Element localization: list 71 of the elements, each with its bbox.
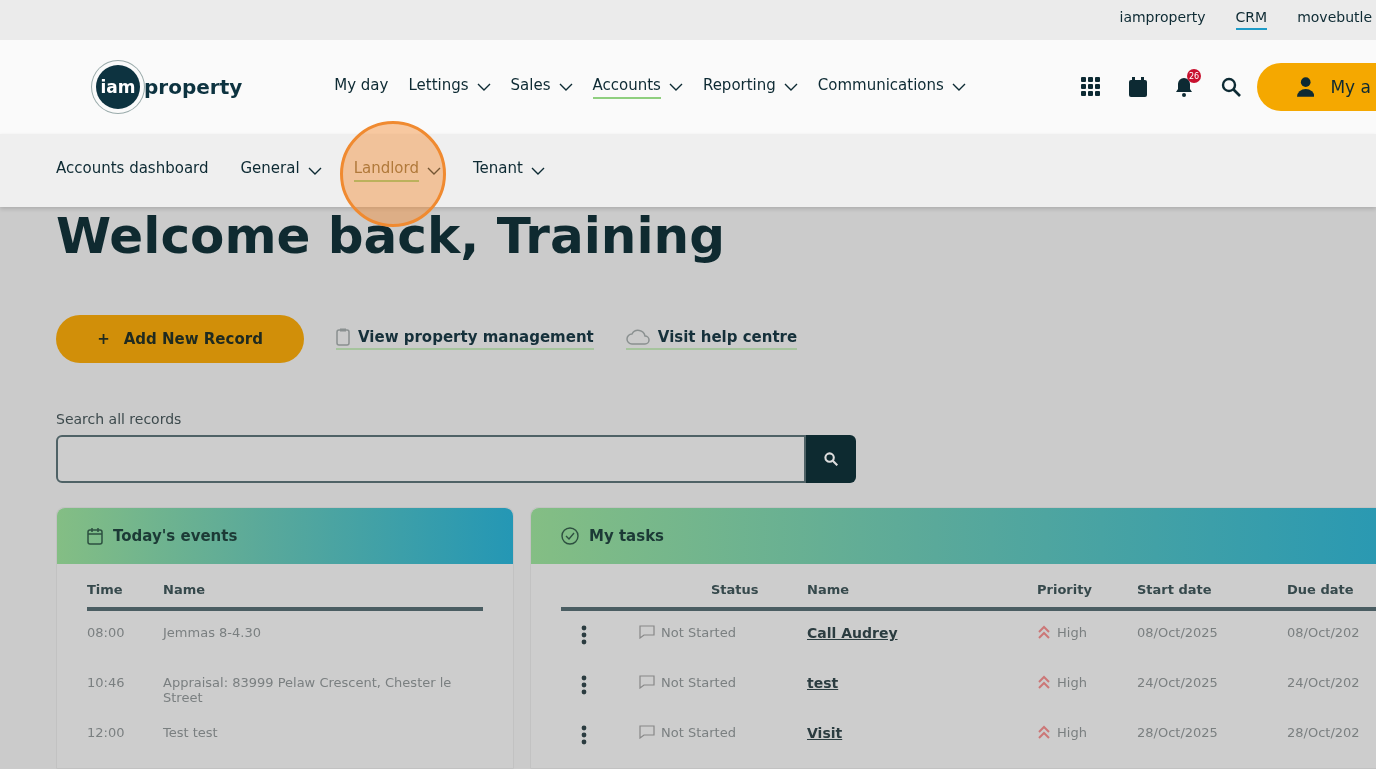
check-circle-icon: [561, 527, 579, 545]
table-cell-text: Test test: [163, 724, 219, 742]
account-button[interactable]: My a: [1257, 63, 1376, 112]
nav-link[interactable]: General: [240, 159, 322, 183]
table-cell-text: 10:46: [87, 674, 126, 692]
task-link[interactable]: Visit: [807, 725, 843, 741]
search-button[interactable]: [806, 435, 856, 483]
more-icon[interactable]: [581, 725, 587, 745]
comment-icon: [639, 675, 655, 689]
welcome-heading: Welcome back, Training: [56, 207, 726, 265]
calendar-icon[interactable]: [1129, 77, 1147, 98]
task-link[interactable]: Call Audrey: [807, 625, 898, 641]
comment-icon: [639, 725, 655, 739]
nav-link[interactable]: My day: [334, 75, 389, 99]
card-title: Today's events: [113, 527, 238, 545]
logo-text: property: [144, 75, 243, 100]
cloud-icon: [625, 329, 650, 345]
action-link[interactable]: View property management: [336, 328, 594, 350]
comment-icon: [639, 625, 655, 639]
status-text: Not Started: [661, 725, 736, 740]
add-record-button[interactable]: + Add New Record: [56, 315, 304, 363]
calendar-icon: [87, 527, 103, 545]
priority-text: High: [1057, 625, 1087, 640]
column-header: Status: [639, 564, 807, 611]
chevrons-up-icon: [1037, 725, 1051, 739]
nav-link[interactable]: Reporting: [702, 75, 798, 99]
chevrons-up-icon: [1037, 675, 1051, 689]
column-header: Due date: [1287, 564, 1376, 611]
nav-link[interactable]: Tenant: [473, 159, 545, 183]
table-cell-text: 08:00: [87, 624, 126, 642]
site-link[interactable]: iamproperty: [1119, 9, 1206, 31]
search-icon[interactable]: [1221, 77, 1241, 98]
chevrons-up-icon: [1037, 625, 1051, 639]
table-cell-text: 08/Oct/202: [1287, 624, 1361, 642]
site-link[interactable]: movebutle: [1297, 9, 1372, 31]
bell-icon[interactable]: [1175, 77, 1193, 98]
status-text: Not Started: [661, 625, 736, 640]
table-cell-text: Appraisal: 83999 Pelaw Crescent, Chester le Street: [163, 674, 453, 707]
table-cell-text: 24/Oct/202: [1287, 674, 1361, 692]
more-icon[interactable]: [581, 675, 587, 695]
table-cell-text: 28/Oct/2025: [1137, 724, 1219, 742]
priority-text: High: [1057, 725, 1087, 740]
apps-grid-icon[interactable]: [1081, 77, 1101, 98]
task-link[interactable]: test: [807, 675, 839, 691]
table-cell-text: 08/Oct/2025: [1137, 624, 1219, 642]
column-header: Name: [807, 564, 1037, 611]
column-header: Name: [163, 564, 483, 611]
column-header: Priority: [1037, 564, 1137, 611]
more-icon[interactable]: [581, 625, 587, 645]
search-icon: [824, 452, 838, 466]
search-field[interactable]: [56, 435, 806, 483]
clipboard-icon: [336, 328, 350, 346]
column-header: Time: [87, 564, 163, 611]
person-icon: [1297, 77, 1315, 98]
column-header: Start date: [1137, 564, 1287, 611]
table-cell-text: 28/Oct/202: [1287, 724, 1361, 742]
notification-count: 26: [1187, 69, 1201, 84]
status-text: Not Started: [661, 675, 736, 690]
nav-link[interactable]: Communications: [817, 75, 966, 99]
priority-text: High: [1057, 675, 1087, 690]
search-label: Search all records: [56, 411, 183, 427]
nav-link[interactable]: Accounts dashboard: [56, 159, 209, 183]
card-title: My tasks: [589, 527, 665, 545]
table-cell-text: 24/Oct/2025: [1137, 674, 1219, 692]
table-cell-text: 12:00: [87, 724, 126, 742]
nav-link[interactable]: Lettings: [408, 75, 491, 99]
nav-link[interactable]: Accounts: [592, 75, 683, 99]
table-cell-text: Jemmas 8-4.30: [163, 624, 262, 642]
nav-link[interactable]: Sales: [510, 75, 573, 99]
site-link[interactable]: CRM: [1235, 9, 1268, 31]
action-link[interactable]: Visit help centre: [625, 328, 798, 350]
